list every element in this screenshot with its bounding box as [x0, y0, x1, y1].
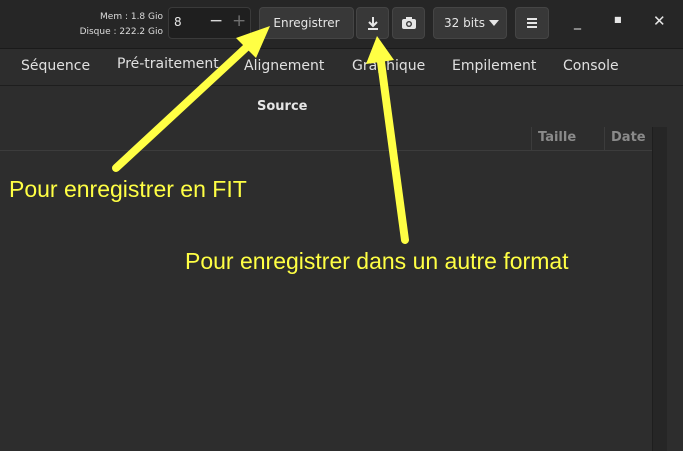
- bit-depth-dropdown[interactable]: 32 bits: [433, 7, 507, 39]
- annotation-save-other-format: Pour enregistrer dans un autre format: [185, 248, 569, 274]
- tab-console[interactable]: Console: [563, 58, 619, 74]
- save-button[interactable]: Enregistrer: [259, 7, 354, 39]
- memory-usage: Mem : 1.8 Gio: [100, 12, 163, 22]
- resource-status: Mem : 1.8 Gio Disque : 222.2 Gio: [80, 10, 163, 40]
- camera-icon: [401, 17, 416, 29]
- hamburger-menu-icon: [527, 18, 537, 28]
- download-icon: [367, 17, 378, 30]
- tab-registration[interactable]: Alignement: [244, 58, 324, 74]
- column-header-date[interactable]: Date: [604, 127, 652, 150]
- threads-value[interactable]: 8: [174, 15, 182, 29]
- column-header-size[interactable]: Taille: [531, 127, 605, 150]
- tab-stacking[interactable]: Empilement: [452, 58, 536, 74]
- decrement-button[interactable]: −: [209, 11, 223, 31]
- snapshot-button[interactable]: [392, 7, 425, 39]
- main-menu-button[interactable]: [515, 7, 549, 39]
- annotation-save-fit: Pour enregistrer en FIT: [9, 176, 247, 202]
- tab-graph[interactable]: Graphique: [352, 58, 425, 74]
- close-button[interactable]: ✕: [653, 12, 666, 30]
- panel-title: Source: [257, 99, 308, 114]
- chevron-down-icon: [489, 20, 499, 26]
- disk-usage: Disque : 222.2 Gio: [79, 27, 163, 37]
- tab-bar: Séquence Pré-traitement Alignement Graph…: [0, 49, 683, 86]
- maximize-button[interactable]: ■: [614, 15, 622, 24]
- file-list-header: Taille Date: [0, 127, 652, 151]
- export-button[interactable]: [356, 7, 389, 39]
- vertical-scrollbar[interactable]: [652, 127, 667, 451]
- tab-sequence[interactable]: Séquence: [21, 58, 90, 74]
- threads-stepper[interactable]: 8 − +: [168, 7, 251, 39]
- bit-depth-value: 32 bits: [444, 16, 485, 30]
- increment-button[interactable]: +: [232, 11, 246, 31]
- minimize-button[interactable]: _: [574, 14, 581, 30]
- title-bar: Mem : 1.8 Gio Disque : 222.2 Gio 8 − + E…: [0, 0, 683, 49]
- tab-preprocessing[interactable]: Pré-traitement: [117, 56, 219, 72]
